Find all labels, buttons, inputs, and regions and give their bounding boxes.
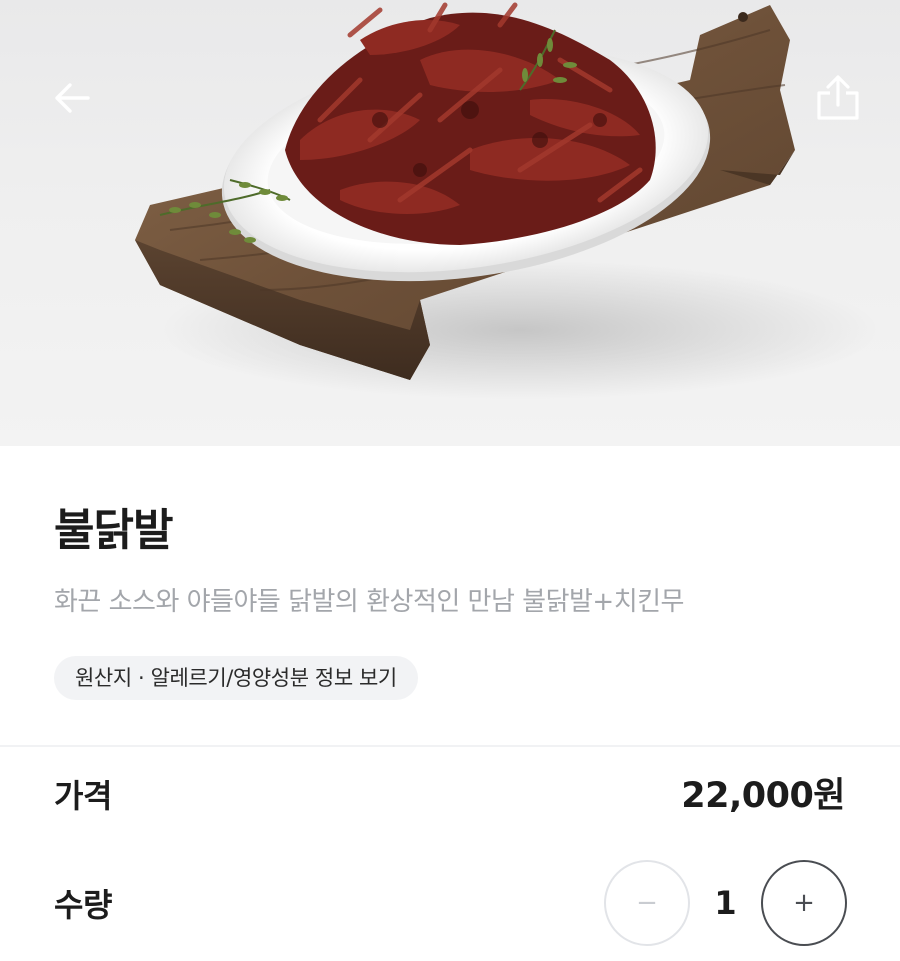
back-button[interactable] <box>44 70 100 126</box>
food-photo <box>135 2 880 400</box>
price-row: 가격 22,000원 <box>0 766 900 826</box>
price-label: 가격 <box>54 777 112 815</box>
share-upload-icon <box>817 75 859 120</box>
product-detail-page: 불닭발 화끈 소스와 야들야들 닭발의 환상적인 만남 불닭발+치킨무 원산지 … <box>0 0 900 961</box>
quantity-value: 1 <box>714 884 737 922</box>
decrease-quantity-button[interactable]: − <box>604 860 690 946</box>
origin-allergy-info-button[interactable]: 원산지 · 알레르기/영양성분 정보 보기 <box>54 656 418 700</box>
plus-icon: + <box>793 888 815 918</box>
increase-quantity-button[interactable]: + <box>761 860 847 946</box>
arrow-left-icon <box>55 83 90 113</box>
chicken-feet-illustration <box>285 2 656 245</box>
product-title: 불닭발 <box>54 505 173 556</box>
quantity-row: 수량 − 1 + <box>0 860 900 950</box>
product-hero-image <box>0 0 900 446</box>
share-button[interactable] <box>810 70 866 126</box>
price-value: 22,000원 <box>681 776 845 816</box>
minus-icon: − <box>636 888 658 918</box>
product-description: 화끈 소스와 야들야들 닭발의 환상적인 만남 불닭발+치킨무 <box>54 587 684 617</box>
quantity-label: 수량 <box>54 886 112 924</box>
section-divider <box>0 745 900 747</box>
